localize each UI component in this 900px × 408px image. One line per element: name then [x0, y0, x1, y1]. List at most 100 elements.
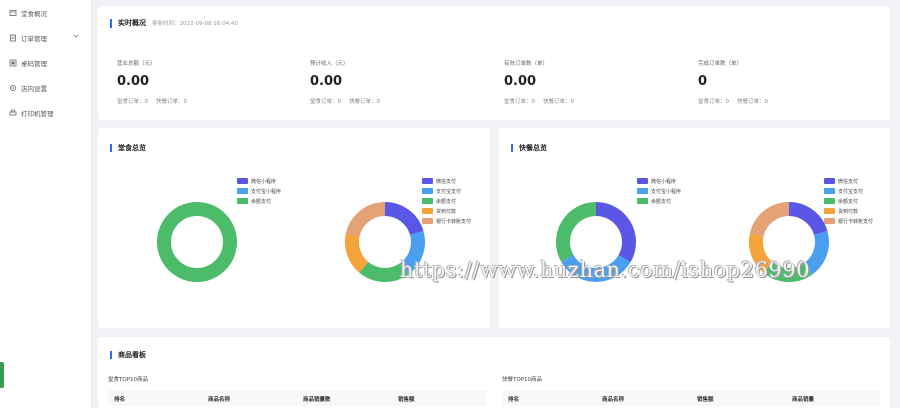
- settings-icon: [9, 84, 17, 92]
- legend-item[interactable]: 余额支付: [422, 196, 471, 206]
- donut-segment-purple[interactable]: [384, 202, 424, 236]
- legend-label: 余额支付: [436, 198, 457, 205]
- fastfood-payment-legend: 微信支付 支付宝支付 余额支付 货到付款 银行卡转账支付: [824, 176, 873, 226]
- legend-swatch: [824, 178, 835, 184]
- legend-item[interactable]: 微信支付: [422, 176, 471, 186]
- donut-segment-green[interactable]: [763, 261, 813, 282]
- legend-swatch: [637, 188, 648, 194]
- sidebar-item-label: 订单管理: [21, 34, 47, 43]
- donut-segment-tan[interactable]: [749, 201, 790, 237]
- donut-ring-segment[interactable]: [157, 202, 237, 282]
- legend-item[interactable]: 余额支付: [237, 196, 281, 206]
- legend-swatch: [422, 178, 433, 184]
- qrcode-icon: [9, 59, 17, 67]
- legend-swatch: [237, 188, 248, 194]
- sidebar-item-overview[interactable]: 堂食概况: [0, 0, 91, 25]
- sidebar-item-printers[interactable]: 打印机管理: [0, 100, 91, 125]
- stat-label: 有效订单数（单）: [504, 61, 549, 67]
- column-header-rank[interactable]: 排名: [508, 395, 519, 403]
- legend-item[interactable]: 微信小程序: [237, 176, 281, 186]
- stat-sub: 堂食订单：0 快餐订单：0: [310, 97, 490, 105]
- donut-segment-blue[interactable]: [803, 230, 829, 275]
- legend-item[interactable]: 支付宝小程序: [237, 186, 281, 196]
- legend-swatch: [824, 188, 835, 194]
- donut-segment-blue[interactable]: [561, 254, 631, 282]
- stat-sub-dinein: 堂食订单：0: [310, 99, 341, 105]
- fastfood-top10-title: 快餐TOP10商品: [502, 377, 543, 383]
- legend-label: 微信小程序: [651, 178, 677, 185]
- dinein-top10-table-header: 排名 商品名称 商品销量数 销售额: [108, 390, 486, 406]
- legend-label: 微信支付: [436, 178, 457, 185]
- fastfood-top10-table-header: 排名 商品名称 销售额 商品销量: [502, 390, 880, 406]
- sidebar-scroll-indicator[interactable]: [0, 362, 4, 388]
- legend-label: 支付宝小程序: [251, 188, 282, 195]
- printer-icon: [9, 109, 17, 117]
- column-header-sales-count[interactable]: 商品销量数: [303, 395, 331, 403]
- legend-label: 支付宝支付: [436, 188, 462, 195]
- sidebar-item-label: 打印机管理: [21, 109, 54, 118]
- main-content: 实时概况 更新时间：2022-09-08 16:04:40 营业总额（元） 0.0…: [92, 0, 900, 408]
- sidebar-item-orders[interactable]: 订单管理: [0, 25, 91, 50]
- stat-revenue: 营业总额（元） 0.00 堂食订单：0 快餐订单：0: [117, 59, 297, 105]
- donut-segment-tan[interactable]: [345, 201, 386, 237]
- column-header-sales-amount[interactable]: 销售额: [398, 395, 415, 403]
- column-header-product-name[interactable]: 商品名称: [602, 395, 624, 403]
- legend-item[interactable]: 银行卡转账支付: [824, 216, 873, 226]
- column-header-product-name[interactable]: 商品名称: [208, 395, 230, 403]
- sidebar-item-table-codes[interactable]: 桌码管理: [0, 50, 91, 75]
- legend-label: 余额支付: [251, 198, 272, 205]
- stat-value: 0: [698, 74, 708, 89]
- legend-item[interactable]: 支付宝支付: [422, 186, 471, 196]
- fastfood-payment-donut: [749, 201, 829, 282]
- legend-label: 银行卡转账支付: [838, 218, 874, 225]
- dinein-source-donut: [157, 202, 237, 282]
- legend-swatch: [637, 178, 648, 184]
- stat-sub-dinein: 堂食订单：0: [504, 99, 535, 105]
- column-header-rank[interactable]: 排名: [114, 395, 125, 403]
- legend-item[interactable]: 微信小程序: [637, 176, 681, 186]
- column-header-sales-amount[interactable]: 销售额: [697, 395, 714, 403]
- legend-label: 银行卡转账支付: [436, 218, 472, 225]
- legend-item[interactable]: 支付宝支付: [824, 186, 873, 196]
- stat-sub-fastfood: 快餐订单：0: [156, 99, 187, 105]
- fastfood-overview-card: 快餐总览 微信小程序 支付宝小程序 余额支付 微信支付 支付宝支付 余额支付 货…: [499, 128, 890, 328]
- legend-item[interactable]: 支付宝小程序: [637, 186, 681, 196]
- column-header-sales-count[interactable]: 商品销量: [792, 395, 814, 403]
- stat-sub-dinein: 堂食订单：0: [117, 99, 148, 105]
- dinein-overview-card: 堂食总览 微信小程序 支付宝小程序 余额支付 微信支付 支付宝支付 余额支付 货…: [98, 128, 490, 328]
- overview-title-text: 实时概况: [118, 19, 146, 27]
- legend-label: 微信支付: [838, 178, 859, 185]
- donut-segment-green[interactable]: [556, 202, 597, 262]
- sidebar-item-store-settings[interactable]: 店内设置: [0, 75, 91, 100]
- legend-swatch: [237, 178, 248, 184]
- stat-label: 营业总额（元）: [117, 61, 156, 67]
- legend-label: 支付宝小程序: [651, 188, 682, 195]
- order-icon: [9, 34, 17, 42]
- sidebar: 堂食概况 订单管理 桌码管理 店内设置 打印机管理: [0, 0, 92, 408]
- donut-segment-green[interactable]: [359, 261, 409, 282]
- legend-item[interactable]: 货到付款: [422, 206, 471, 216]
- stat-expected-income: 预计收入（元） 0.00 堂食订单：0 快餐订单：0: [310, 59, 490, 105]
- donut-segment-purple[interactable]: [595, 202, 636, 262]
- donut-segment-orange[interactable]: [345, 233, 369, 273]
- fastfood-source-donut: [556, 202, 636, 282]
- chevron-down-icon[interactable]: [73, 33, 79, 41]
- stat-label: 预计收入（元）: [310, 61, 349, 67]
- legend-item[interactable]: 货到付款: [824, 206, 873, 216]
- home-icon: [9, 9, 17, 17]
- legend-item[interactable]: 银行卡转账支付: [422, 216, 471, 226]
- stat-valid-orders: 有效订单数（单） 0.00 堂食订单：0 快餐订单：0: [504, 59, 684, 105]
- stat-sub-fastfood: 快餐订单：0: [737, 99, 768, 105]
- stat-sub-dinein: 堂食订单：0: [698, 99, 729, 105]
- donut-segment-orange[interactable]: [749, 233, 773, 273]
- dinein-title: 堂食总览: [110, 144, 146, 152]
- update-time: 更新时间：2022-09-08 16:04:40: [152, 21, 238, 27]
- legend-label: 微信小程序: [251, 178, 277, 185]
- legend-item[interactable]: 余额支付: [637, 196, 681, 206]
- sidebar-item-label: 桌码管理: [21, 59, 47, 68]
- legend-item[interactable]: 微信支付: [824, 176, 873, 186]
- legend-item[interactable]: 余额支付: [824, 196, 873, 206]
- donut-segment-purple[interactable]: [788, 202, 828, 236]
- sidebar-item-label: 堂食概况: [21, 9, 47, 18]
- donut-segment-blue[interactable]: [399, 230, 425, 275]
